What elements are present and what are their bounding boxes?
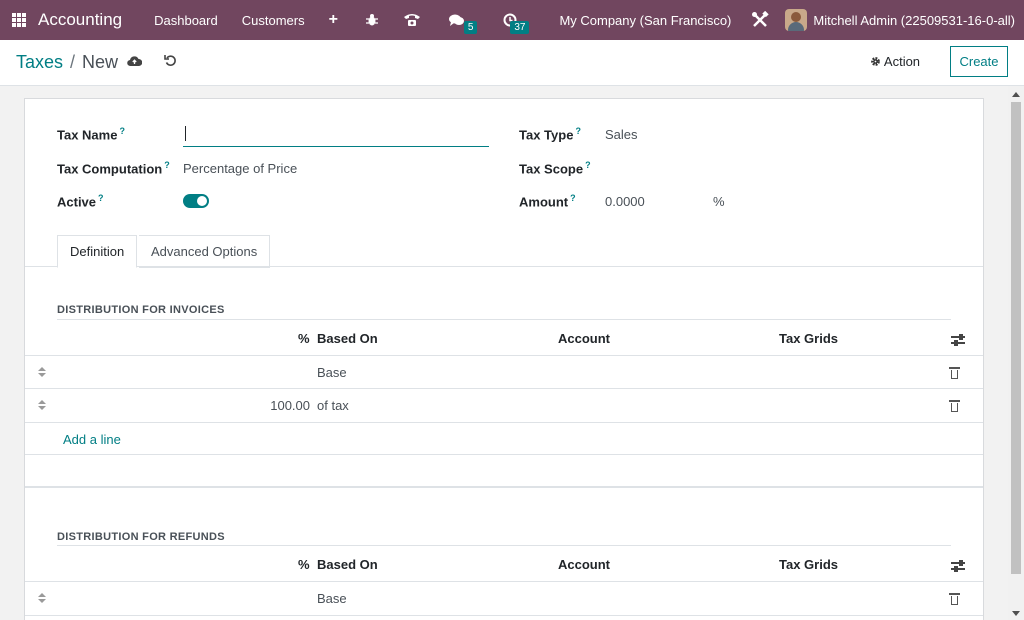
refunds-section-rule <box>57 545 951 546</box>
refunds-col-percent[interactable]: % <box>298 557 310 572</box>
action-label: Action <box>883 54 921 69</box>
refunds-col-based-on[interactable]: Based On <box>317 557 378 572</box>
drag-handle-icon[interactable] <box>38 593 46 605</box>
notebook-tabs: Definition Advanced Options <box>25 235 983 268</box>
invoices-col-based-on[interactable]: Based On <box>317 331 378 346</box>
optional-columns-sliders-icon[interactable] <box>951 334 965 346</box>
invoices-col-tax-grids[interactable]: Tax Grids <box>779 331 838 346</box>
row-based-on[interactable]: Base <box>317 365 347 380</box>
tax-computation-select[interactable]: Percentage of Price <box>183 161 297 176</box>
row-divider <box>25 615 983 616</box>
new-menu-icon[interactable]: + <box>317 11 350 29</box>
breadcrumb: Taxes / New <box>16 52 118 73</box>
trash-icon[interactable] <box>949 593 960 605</box>
action-menu-button[interactable]: Action <box>870 54 920 69</box>
user-menu[interactable]: Mitchell Admin (22509531-16-0-all) <box>807 13 1024 28</box>
tax-scope-select[interactable] <box>605 161 755 177</box>
scroll-up-arrow-icon[interactable] <box>1012 92 1020 97</box>
form-sheet: Tax Name? Tax Computation? Percentage of… <box>24 98 984 620</box>
refunds-col-account[interactable]: Account <box>558 557 610 572</box>
tax-type-select[interactable]: Sales <box>605 127 638 142</box>
gear-icon <box>871 57 880 66</box>
company-switcher[interactable]: My Company (San Francisco) <box>539 13 743 28</box>
app-name[interactable]: Accounting <box>38 10 122 30</box>
tools-icon[interactable] <box>743 11 777 29</box>
amount-input[interactable]: 0.0000 <box>605 194 645 209</box>
amount-unit: % <box>713 194 725 209</box>
control-panel: Taxes / New Action Create <box>0 40 1024 86</box>
active-label: Active? <box>57 193 104 210</box>
tax-name-input[interactable] <box>183 121 489 147</box>
breadcrumb-taxes-link[interactable]: Taxes <box>16 52 63 73</box>
tax-name-label: Tax Name? <box>57 126 125 143</box>
invoices-section-rule <box>57 319 951 320</box>
tax-computation-label: Tax Computation? <box>57 160 170 177</box>
top-navbar: Accounting Dashboard Customers + 5 37 My… <box>0 0 1024 40</box>
amount-label: Amount? <box>519 193 576 210</box>
section-separator <box>25 454 983 488</box>
active-toggle[interactable] <box>183 194 209 208</box>
row-percent[interactable]: 100.00 <box>257 398 310 413</box>
menu-dashboard[interactable]: Dashboard <box>142 13 230 28</box>
page-scrollbar[interactable] <box>1008 86 1024 620</box>
create-button[interactable]: Create <box>950 46 1008 77</box>
user-avatar[interactable] <box>785 9 808 31</box>
tab-advanced-options[interactable]: Advanced Options <box>139 235 271 268</box>
invoices-col-percent[interactable]: % <box>298 331 310 346</box>
trash-icon[interactable] <box>949 400 960 412</box>
invoices-header-divider <box>25 355 983 356</box>
activities-clock-icon[interactable]: 37 <box>495 13 530 34</box>
save-cloud-icon[interactable] <box>127 54 143 70</box>
scroll-down-arrow-icon[interactable] <box>1012 611 1020 616</box>
row-based-on[interactable]: Base <box>317 591 347 606</box>
apps-menu-icon[interactable] <box>0 0 38 40</box>
refunds-header-divider <box>25 581 983 582</box>
scroll-thumb[interactable] <box>1011 102 1021 574</box>
breadcrumb-current: New <box>82 52 119 72</box>
refunds-section-title: DISTRIBUTION FOR REFUNDS <box>57 531 225 543</box>
phone-icon[interactable] <box>395 13 429 27</box>
refunds-col-tax-grids[interactable]: Tax Grids <box>779 557 838 572</box>
drag-handle-icon[interactable] <box>38 367 46 379</box>
debug-bug-icon[interactable] <box>357 13 387 27</box>
breadcrumb-separator: / <box>70 52 76 72</box>
trash-icon[interactable] <box>949 367 960 379</box>
row-divider <box>25 388 983 389</box>
tax-scope-label: Tax Scope? <box>519 160 591 177</box>
messages-count-badge: 5 <box>463 21 478 34</box>
drag-handle-icon[interactable] <box>38 400 46 412</box>
tab-definition[interactable]: Definition <box>57 235 138 268</box>
optional-columns-sliders-icon[interactable] <box>951 560 965 572</box>
tax-type-label: Tax Type? <box>519 126 581 143</box>
row-based-on[interactable]: of tax <box>317 398 349 413</box>
messages-icon[interactable]: 5 <box>441 13 478 34</box>
invoices-col-account[interactable]: Account <box>558 331 610 346</box>
invoices-section-title: DISTRIBUTION FOR INVOICES <box>57 304 225 316</box>
add-a-line-link[interactable]: Add a line <box>63 432 121 447</box>
row-divider <box>25 422 983 423</box>
discard-undo-icon[interactable] <box>164 54 177 70</box>
menu-customers[interactable]: Customers <box>230 13 317 28</box>
text-caret <box>185 126 186 141</box>
activities-count-badge: 37 <box>510 21 530 34</box>
